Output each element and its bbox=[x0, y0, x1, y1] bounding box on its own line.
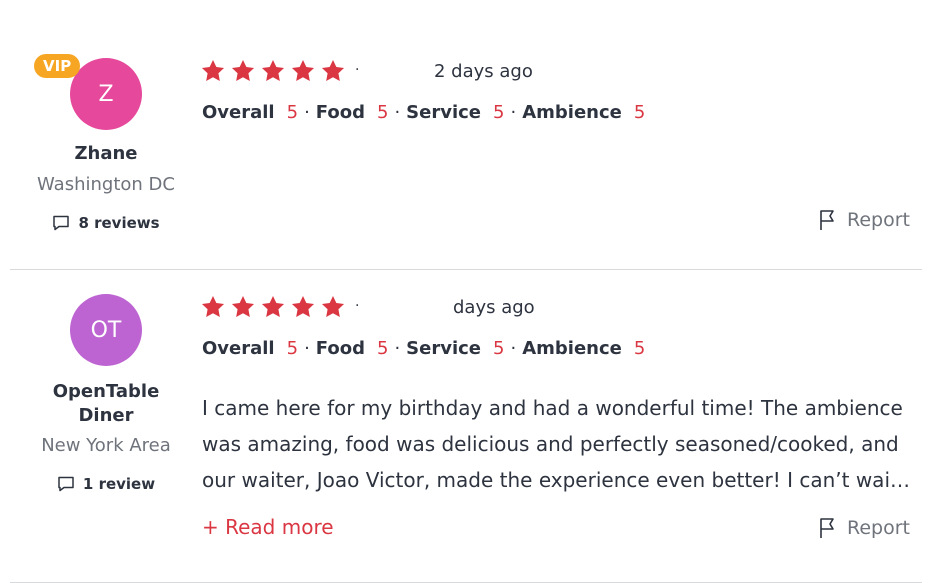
separator-dot: · bbox=[355, 62, 360, 78]
star-icon bbox=[321, 59, 345, 81]
flag-icon bbox=[820, 210, 834, 230]
reviewer-location: Washington DC bbox=[37, 174, 175, 195]
read-more-link[interactable]: + Read more bbox=[202, 515, 334, 539]
reviewer-name-line: Diner bbox=[78, 405, 134, 426]
avatar[interactable]: OT bbox=[70, 294, 142, 366]
report-button[interactable]: Report bbox=[819, 517, 910, 539]
flag-icon bbox=[820, 518, 834, 538]
separator-dot: · bbox=[304, 338, 310, 359]
star-rating bbox=[200, 294, 346, 320]
reviewer-location: New York Area bbox=[41, 435, 171, 456]
rating-ambience-label: Ambience bbox=[522, 338, 622, 359]
rating-service-value: 5 bbox=[493, 102, 505, 123]
star-icon bbox=[231, 59, 255, 81]
reviewer-review-count: 1 review bbox=[10, 475, 202, 493]
rating-overall-value: 5 bbox=[286, 102, 299, 123]
separator-dot: · bbox=[394, 102, 401, 123]
separator-dot: · bbox=[394, 338, 401, 359]
comment-icon bbox=[58, 476, 74, 492]
rating-service-value: 5 bbox=[493, 338, 505, 359]
star-icon bbox=[321, 295, 345, 317]
separator-dot: · bbox=[510, 338, 517, 359]
rating-ambience-label: Ambience bbox=[522, 102, 622, 123]
review-date: days ago bbox=[453, 297, 535, 318]
star-icon bbox=[291, 59, 315, 81]
review-card: OT OpenTable Diner New York Area 1 revie… bbox=[10, 270, 922, 583]
report-label: Report bbox=[847, 209, 910, 231]
ratings-breakdown: Overall 5 · Food 5 · Service 5 · Ambienc… bbox=[202, 338, 645, 359]
review-count-label: 8 reviews bbox=[78, 214, 160, 232]
report-label: Report bbox=[847, 517, 910, 539]
star-icon bbox=[261, 59, 285, 81]
reviewer-review-count: 8 reviews bbox=[10, 214, 202, 232]
rating-overall-label: Overall bbox=[202, 102, 275, 123]
rating-food-label: Food bbox=[315, 102, 365, 123]
star-icon bbox=[201, 295, 225, 317]
star-rating bbox=[200, 58, 346, 84]
reviewer-name[interactable]: OpenTable Diner bbox=[10, 380, 202, 428]
rating-service-label: Service bbox=[406, 338, 482, 359]
ratings-breakdown: Overall 5 · Food 5 · Service 5 · Ambienc… bbox=[202, 102, 645, 123]
report-button[interactable]: Report bbox=[819, 209, 910, 231]
rating-overall-value: 5 bbox=[286, 338, 299, 359]
review-count-label: 1 review bbox=[82, 475, 156, 493]
rating-overall-label: Overall bbox=[202, 338, 275, 359]
star-icon bbox=[201, 59, 225, 81]
separator-dot: · bbox=[304, 102, 310, 123]
comment-icon bbox=[53, 215, 70, 231]
avatar[interactable]: Z bbox=[70, 58, 142, 130]
star-icon bbox=[231, 295, 255, 317]
review-text-line: I came here for my birthday and had a wo… bbox=[202, 396, 903, 420]
separator-dot: · bbox=[510, 102, 517, 123]
reviewer-name[interactable]: Zhane bbox=[10, 142, 202, 166]
avatar-initials: Z bbox=[98, 81, 114, 107]
reviewer-name-line: OpenTable bbox=[52, 381, 160, 402]
rating-food-value: 5 bbox=[376, 102, 389, 123]
review-text-line: our waiter, Joao Victor, made the experi… bbox=[202, 468, 910, 492]
rating-ambience-value: 5 bbox=[633, 338, 646, 359]
vip-badge: VIP bbox=[34, 54, 81, 78]
rating-food-value: 5 bbox=[376, 338, 389, 359]
star-icon bbox=[261, 295, 285, 317]
review-date: 2 days ago bbox=[434, 61, 533, 82]
rating-food-label: Food bbox=[315, 338, 365, 359]
review-card: VIP Z Zhane Washington DC 8 reviews · 2 … bbox=[10, 0, 922, 270]
review-text-line: was amazing, food was delicious and perf… bbox=[202, 432, 899, 456]
avatar-initials: OT bbox=[90, 317, 122, 343]
star-icon bbox=[291, 295, 315, 317]
rating-ambience-value: 5 bbox=[633, 102, 646, 123]
rating-service-label: Service bbox=[406, 102, 482, 123]
review-text: I came here for my birthday and had a wo… bbox=[202, 390, 920, 498]
separator-dot: · bbox=[355, 298, 360, 314]
